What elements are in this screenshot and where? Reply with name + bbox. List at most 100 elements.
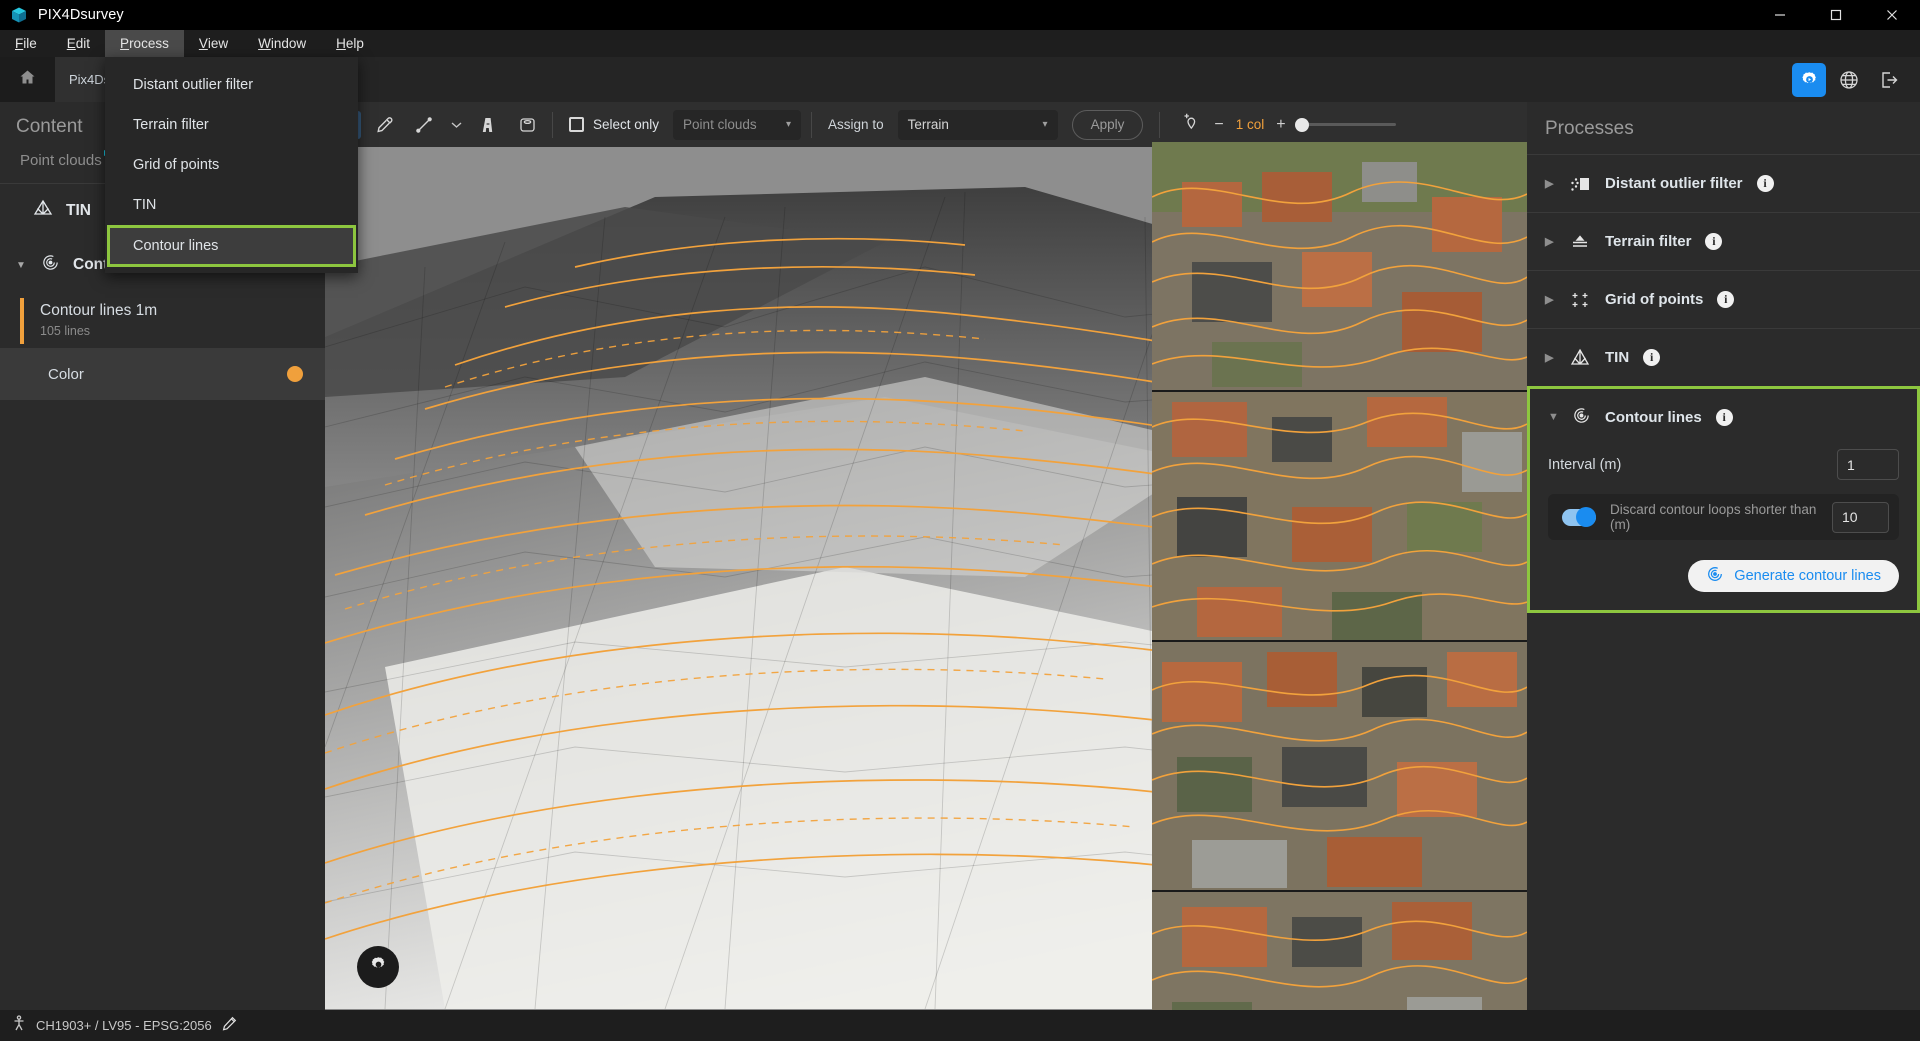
chevron-down-icon[interactable]: ▼ — [16, 260, 28, 271]
processes-panel: Processes ▶ Distant outlier filter i ▶ T… — [1527, 102, 1920, 1010]
discard-loops-toggle[interactable] — [1562, 509, 1596, 526]
point-clouds-text: Point clouds — [20, 152, 102, 169]
menu-window[interactable]: Window — [243, 30, 321, 57]
tin-icon — [33, 199, 53, 224]
color-row[interactable]: Color — [0, 348, 325, 400]
menu-window-rest: indow — [271, 36, 306, 51]
aerial-image-thumbnail[interactable] — [1152, 892, 1527, 1010]
terrain-filter-icon — [1569, 234, 1591, 250]
info-icon[interactable]: i — [1717, 291, 1734, 308]
assign-to-select[interactable]: Terrain ▾ — [898, 110, 1058, 140]
select-only-checkbox[interactable]: Select only — [569, 117, 659, 132]
menu-item-grid-of-points[interactable]: Grid of points — [105, 145, 358, 185]
globe-icon[interactable] — [1832, 63, 1866, 97]
interval-row: Interval (m) 1 — [1530, 445, 1917, 492]
close-button[interactable] — [1864, 0, 1920, 30]
image-thumbnail-strip[interactable] — [1152, 142, 1527, 1010]
chevron-right-icon[interactable]: ▶ — [1545, 351, 1555, 364]
process-label: Grid of points — [1605, 291, 1703, 308]
contour-item-count: 105 lines — [40, 324, 157, 338]
interval-input[interactable]: 1 — [1837, 449, 1899, 480]
slider-knob[interactable] — [1295, 118, 1309, 132]
gear-play-icon[interactable] — [1792, 63, 1826, 97]
chevron-right-icon[interactable]: ▶ — [1545, 177, 1555, 190]
menu-view[interactable]: View — [184, 30, 243, 57]
contour-lines-icon — [1706, 565, 1724, 587]
contour-lines-icon — [1572, 406, 1591, 429]
menu-file[interactable]: File — [0, 30, 52, 57]
chevron-down-icon[interactable]: ▼ — [1548, 411, 1558, 423]
color-label: Color — [48, 366, 84, 383]
discard-loops-row: Discard contour loops shorter than (m) 1… — [1548, 494, 1899, 540]
aerial-image-thumbnail[interactable] — [1152, 142, 1527, 392]
contour-section-header[interactable]: ▼ Contour lines i — [1530, 389, 1917, 445]
title-bar: PIX4Dsurvey — [0, 0, 1920, 30]
info-icon[interactable]: i — [1716, 409, 1733, 426]
pencil-icon[interactable] — [222, 1016, 237, 1036]
apply-button[interactable]: Apply — [1072, 110, 1144, 140]
top-nav-icons — [1792, 57, 1920, 102]
menu-process-rest: rocess — [129, 36, 169, 51]
grid-of-points-icon — [1569, 291, 1591, 309]
zoom-slider[interactable] — [1298, 123, 1396, 126]
line-tool-icon[interactable] — [409, 110, 439, 140]
interval-label: Interval (m) — [1548, 457, 1621, 473]
app-title: PIX4Dsurvey — [38, 7, 124, 23]
menu-help[interactable]: Help — [321, 30, 379, 57]
eyedropper-icon[interactable] — [370, 110, 400, 140]
point-clouds-select[interactable]: Point clouds ▾ — [673, 110, 801, 140]
gear-icon — [369, 955, 388, 979]
viewport-settings-button[interactable] — [357, 946, 399, 988]
process-dropdown-menu: Distant outlier filter Terrain filter Gr… — [105, 57, 358, 273]
generate-button-label: Generate contour lines — [1734, 568, 1881, 584]
toolbar-assign: Assign to Terrain ▾ Apply — [812, 102, 1153, 147]
chevron-right-icon[interactable]: ▶ — [1545, 293, 1555, 306]
generate-contour-lines-button[interactable]: Generate contour lines — [1688, 560, 1899, 592]
add-marker-icon[interactable] — [1182, 112, 1202, 137]
menu-item-tin[interactable]: TIN — [105, 185, 358, 225]
info-icon[interactable]: i — [1705, 233, 1722, 250]
aerial-photo — [1152, 642, 1527, 892]
person-icon — [12, 1015, 26, 1036]
info-icon[interactable]: i — [1643, 349, 1660, 366]
process-row-tin[interactable]: ▶ TIN i — [1527, 328, 1920, 386]
point-clouds-select-value: Point clouds — [683, 117, 776, 132]
logout-icon[interactable] — [1872, 63, 1906, 97]
list-item-contour-1m[interactable]: Contour lines 1m 105 lines — [0, 292, 325, 348]
toolbar-tools: ▾ — [325, 102, 552, 147]
database-icon[interactable] — [512, 110, 542, 140]
process-row-terrain-filter[interactable]: ▶ Terrain filter i — [1527, 212, 1920, 270]
home-icon — [19, 69, 36, 91]
process-row-distant-outlier-filter[interactable]: ▶ Distant outlier filter i — [1527, 154, 1920, 212]
chevron-down-icon: ▾ — [786, 119, 791, 130]
column-count-label: 1 col — [1236, 117, 1265, 132]
menu-process[interactable]: Process — [105, 30, 184, 57]
sidebar-item-tin-label: TIN — [66, 202, 91, 220]
maximize-button[interactable] — [1808, 0, 1864, 30]
point-clouds-label[interactable]: Point clouds — [4, 148, 118, 181]
home-tab[interactable] — [0, 57, 55, 102]
menu-item-distant-outlier-filter[interactable]: Distant outlier filter — [105, 65, 358, 105]
aerial-image-thumbnail[interactable] — [1152, 642, 1527, 892]
increase-columns-button[interactable]: + — [1276, 116, 1285, 134]
menu-bar: File Edit Process View Window Help — [0, 30, 1920, 57]
aerial-image-thumbnail[interactable] — [1152, 392, 1527, 642]
menu-item-terrain-filter[interactable]: Terrain filter — [105, 105, 358, 145]
decrease-columns-button[interactable]: − — [1214, 116, 1223, 134]
menu-item-contour-lines[interactable]: Contour lines — [107, 225, 356, 267]
menu-edit[interactable]: Edit — [52, 30, 105, 57]
assign-to-value: Terrain — [908, 117, 1033, 132]
process-label: Terrain filter — [1605, 233, 1691, 250]
chevron-right-icon[interactable]: ▶ — [1545, 235, 1555, 248]
tin-icon — [1569, 348, 1591, 367]
discard-loops-input[interactable]: 10 — [1832, 502, 1889, 533]
color-swatch[interactable] — [287, 366, 303, 382]
minimize-button[interactable] — [1752, 0, 1808, 30]
info-icon[interactable]: i — [1757, 175, 1774, 192]
line-tool-chevron-icon[interactable] — [448, 110, 464, 140]
checkbox-box — [569, 117, 584, 132]
viewport-toolbar: ▾ — [325, 102, 1527, 147]
toolbar-columns: − 1 col + — [1182, 112, 1395, 137]
process-row-grid-of-points[interactable]: ▶ Grid of points i — [1527, 270, 1920, 328]
measure-icon[interactable] — [473, 110, 503, 140]
